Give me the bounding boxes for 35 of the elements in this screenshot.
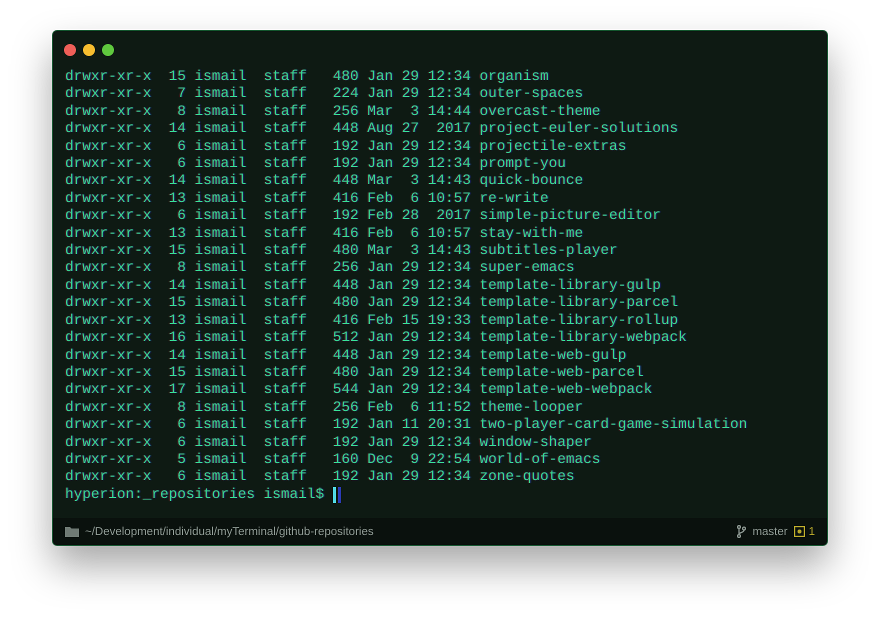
folder-icon bbox=[65, 526, 79, 537]
listing-line: drwxr-xr-x 6 ismail staff 192 Jan 29 12:34 zone-quotes bbox=[65, 469, 575, 487]
directory-path: ~/Development/individual/myTerminal/github-repositories bbox=[85, 526, 374, 538]
listing-line: drwxr-xr-x 8 ismail staff 256 Feb 6 11:52 theme-looper bbox=[65, 400, 584, 418]
listing-line: drwxr-xr-x 14 ismail staff 448 Aug 27 2017 project-euler-solutions bbox=[65, 121, 678, 139]
listing-line: drwxr-xr-x 17 ismail staff 544 Jan 29 12:34 template-web-webpack bbox=[65, 382, 652, 400]
listing-line: drwxr-xr-x 6 ismail staff 192 Jan 11 20:31 two-player-card-game-simulation bbox=[65, 417, 748, 435]
listing-line: drwxr-xr-x 8 ismail staff 256 Mar 3 14:44 overcast-theme bbox=[65, 104, 600, 122]
branch-name: master bbox=[752, 526, 788, 538]
zoom-button[interactable] bbox=[102, 44, 114, 56]
listing-line: drwxr-xr-x 14 ismail staff 448 Jan 29 12:34 template-library-gulp bbox=[65, 278, 661, 296]
listing-line: drwxr-xr-x 6 ismail staff 192 Jan 29 12:34 prompt-you bbox=[65, 156, 566, 174]
minimize-button[interactable] bbox=[83, 44, 95, 56]
git-branch-icon bbox=[737, 525, 746, 538]
listing-line: drwxr-xr-x 13 ismail staff 416 Feb 15 19:33 template-library-rollup bbox=[65, 312, 678, 330]
listing-line: drwxr-xr-x 13 ismail staff 416 Feb 6 10:57 stay-with-me bbox=[65, 226, 584, 244]
listing-line: drwxr-xr-x 6 ismail staff 192 Jan 29 12:34 projectile-extras bbox=[65, 138, 626, 156]
badge-icon bbox=[794, 526, 805, 537]
listing-line: drwxr-xr-x 15 ismail staff 480 Mar 3 14:43 subtitles-player bbox=[65, 243, 618, 260]
listing-line: drwxr-xr-x 14 ismail staff 448 Jan 29 12:34 template-web-gulp bbox=[65, 348, 626, 365]
listing-line: drwxr-xr-x 15 ismail staff 480 Jan 29 12:34 organism bbox=[65, 69, 549, 86]
listing-line: drwxr-xr-x 6 ismail staff 192 Feb 28 2017 simple-picture-editor bbox=[65, 208, 661, 226]
listing-line: drwxr-xr-x 15 ismail staff 480 Jan 29 12:34 template-library-parcel bbox=[65, 295, 678, 313]
text-cursor bbox=[333, 487, 342, 504]
listing-line: drwxr-xr-x 7 ismail staff 224 Jan 29 12:34 outer-spaces bbox=[65, 86, 584, 104]
close-button[interactable] bbox=[64, 44, 76, 56]
listing-line: drwxr-xr-x 8 ismail staff 256 Jan 29 12:34 super-emacs bbox=[65, 260, 575, 278]
listing-line: drwxr-xr-x 15 ismail staff 480 Jan 29 12:34 template-web-parcel bbox=[65, 364, 644, 382]
listing-line: drwxr-xr-x 13 ismail staff 416 Feb 6 10:57 re-write bbox=[65, 190, 549, 208]
listing-line: drwxr-xr-x 16 ismail staff 512 Jan 29 12:34 template-library-webpack bbox=[65, 330, 687, 348]
listing-line: drwxr-xr-x 6 ismail staff 192 Jan 29 12:34 window-shaper bbox=[65, 434, 592, 452]
listing-line: drwxr-xr-x 5 ismail staff 160 Dec 9 22:54 world-of-emacs bbox=[65, 452, 600, 470]
shell-prompt: hyperion:_repositories ismail$ bbox=[65, 486, 324, 504]
badge-count: 1 bbox=[808, 526, 815, 538]
listing-line: drwxr-xr-x 14 ismail staff 448 Mar 3 14:43 quick-bounce bbox=[65, 173, 584, 191]
